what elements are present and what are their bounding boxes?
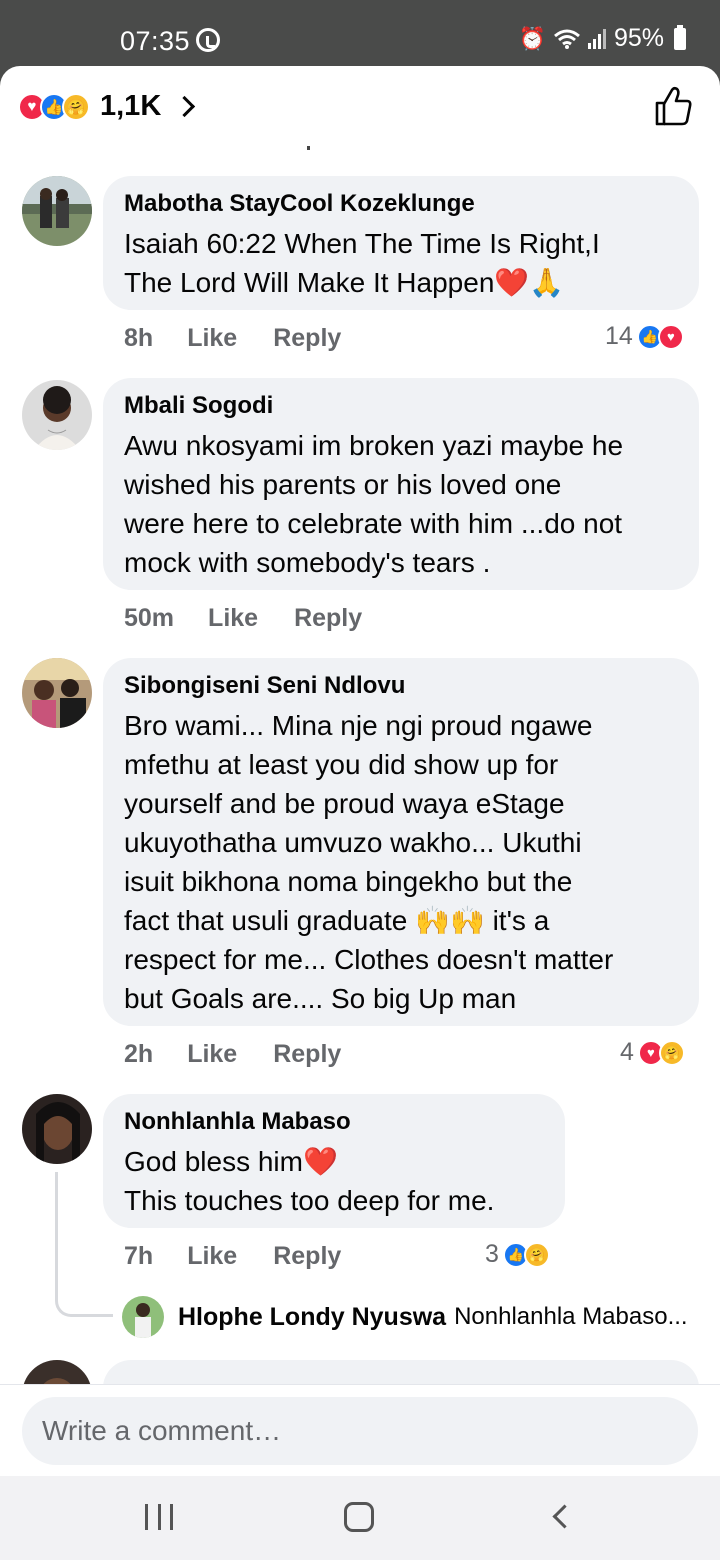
comments-sheet: ♥ 👍 🤗 1,1K Mabotha StayCool Kozeklunge I… (0, 66, 720, 1560)
signal-icon (587, 28, 606, 49)
comment-text: God bless him❤️ This touches too deep fo… (124, 1146, 495, 1216)
comment-actions: 2h Like Reply (124, 1040, 377, 1069)
reply-button[interactable]: Reply (294, 604, 362, 633)
comment-actions: 7h Like Reply (124, 1242, 377, 1271)
comment-bubble[interactable]: Sibongiseni Seni Ndlovu Bro wami... Mina… (103, 658, 699, 1026)
comment-actions: 8h Like Reply (124, 324, 377, 353)
status-icons: ⏰ 95% (519, 24, 686, 53)
reply-button[interactable]: Reply (273, 1242, 341, 1271)
comment-reactions[interactable]: 3 👍 🤗 (485, 1240, 550, 1269)
comment-time: 50m (124, 604, 175, 632)
whatsapp-icon (196, 28, 220, 52)
comment-text: Awu nkosyami im broken yazi maybe he wis… (124, 430, 624, 578)
reply-button[interactable]: Reply (273, 1040, 341, 1069)
status-time: 07:35 (120, 26, 191, 56)
comment-author[interactable]: Mabotha StayCool Kozeklunge (124, 190, 679, 218)
scroll-residue (307, 146, 310, 150)
reaction-count: 4 (620, 1038, 634, 1066)
comment-reactions[interactable]: 4 ♥ 🤗 (620, 1038, 685, 1067)
love-reaction-icon: ♥ (657, 323, 684, 350)
reply-snippet: Nonhlanhla Mabaso... (454, 1303, 688, 1330)
reaction-count: 14 (605, 322, 633, 350)
avatar[interactable] (22, 380, 92, 450)
comment-author[interactable]: Nonhlanhla Mabaso (124, 1108, 545, 1136)
chevron-right-icon (174, 95, 196, 118)
like-button[interactable]: Like (187, 1040, 237, 1069)
comment-text: Isaiah 60:22 When The Time Is Right,I Th… (124, 228, 600, 298)
like-button[interactable]: Like (208, 604, 258, 633)
comment-author[interactable]: Mbali Sogodi (124, 392, 679, 420)
comment-time: 2h (124, 1040, 154, 1068)
comment-text: Bro wami... Mina nje ngi proud ngawe mfe… (124, 710, 614, 1014)
status-bar: 07:35 ⏰ 95% (0, 0, 720, 66)
avatar[interactable] (122, 1296, 164, 1338)
reply-author[interactable]: Hlophe Londy Nyuswa (178, 1303, 446, 1332)
avatar[interactable] (22, 1094, 92, 1164)
back-button[interactable] (552, 1504, 577, 1529)
comment-time: 8h (124, 324, 154, 352)
comment-reactions[interactable]: 14 👍 ♥ (605, 322, 684, 351)
reply-preview[interactable]: Hlophe Londy Nyuswa Nonhlanhla Mabaso... (122, 1296, 688, 1338)
like-button[interactable]: Like (187, 1242, 237, 1271)
like-button[interactable]: Like (187, 324, 237, 353)
battery-icon (674, 24, 686, 50)
home-button[interactable] (344, 1502, 374, 1532)
care-reaction-icon: 🤗 (658, 1039, 685, 1066)
avatar[interactable] (22, 658, 92, 728)
comment-time: 7h (124, 1242, 154, 1270)
comment-author[interactable]: Sibongiseni Seni Ndlovu (124, 672, 679, 700)
comment-actions: 50m Like Reply (124, 604, 398, 633)
reply-button[interactable]: Reply (273, 324, 341, 353)
like-post-button[interactable] (654, 86, 692, 126)
comment-composer (0, 1384, 720, 1476)
system-nav-bar (0, 1476, 720, 1560)
comment-bubble[interactable]: Nonhlanhla Mabaso God bless him❤️ This t… (103, 1094, 565, 1228)
battery-percent: 95% (613, 24, 664, 52)
comment-input[interactable] (22, 1397, 698, 1465)
reactions-summary[interactable]: ♥ 👍 🤗 1,1K (18, 90, 196, 123)
thread-line (55, 1172, 113, 1317)
alarm-icon: ⏰ (518, 25, 546, 51)
reaction-count: 3 (485, 1240, 499, 1268)
care-reaction-icon: 🤗 (62, 92, 90, 121)
avatar[interactable] (22, 176, 92, 246)
comment-bubble[interactable]: Mabotha StayCool Kozeklunge Isaiah 60:22… (103, 176, 699, 310)
recents-button[interactable] (145, 1504, 173, 1530)
comment-bubble[interactable]: Mbali Sogodi Awu nkosyami im broken yazi… (103, 378, 699, 590)
wifi-icon (553, 29, 580, 49)
total-reaction-count: 1,1K (100, 90, 162, 122)
care-reaction-icon: 🤗 (523, 1241, 550, 1268)
